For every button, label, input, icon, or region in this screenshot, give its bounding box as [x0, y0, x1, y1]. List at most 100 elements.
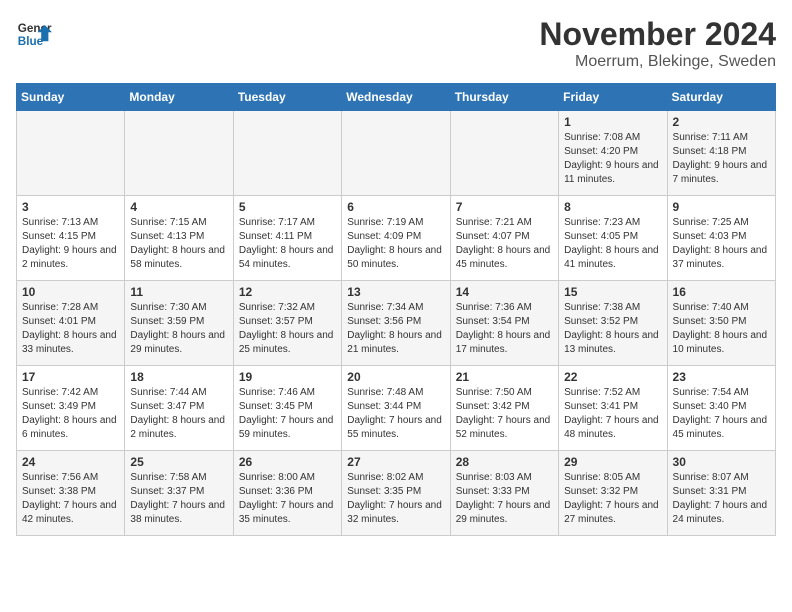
calendar-cell [125, 111, 233, 196]
day-detail: Sunrise: 7:32 AM Sunset: 3:57 PM Dayligh… [239, 301, 336, 357]
calendar-cell: 25 Sunrise: 7:58 AM Sunset: 3:37 PM Dayli… [125, 451, 233, 536]
day-number: 26 [239, 455, 336, 469]
calendar-header-row: SundayMondayTuesdayWednesdayThursdayFrid… [17, 84, 776, 111]
day-detail: Sunrise: 7:46 AM Sunset: 3:45 PM Dayligh… [239, 386, 336, 442]
day-number: 30 [673, 455, 770, 469]
calendar-table: SundayMondayTuesdayWednesdayThursdayFrid… [16, 83, 776, 536]
day-detail: Sunrise: 7:21 AM Sunset: 4:07 PM Dayligh… [456, 216, 553, 272]
calendar-cell [342, 111, 450, 196]
page-title: November 2024 [539, 16, 776, 53]
day-number: 20 [347, 370, 444, 384]
calendar-cell: 1Sunrise: 7:08 AM Sunset: 4:20 PM Daylig… [559, 111, 667, 196]
day-detail: Sunrise: 7:58 AM Sunset: 3:37 PM Dayligh… [130, 471, 227, 527]
svg-text:Blue: Blue [18, 35, 44, 48]
day-number: 23 [673, 370, 770, 384]
day-detail: Sunrise: 7:48 AM Sunset: 3:44 PM Dayligh… [347, 386, 444, 442]
calendar-cell: 8Sunrise: 7:23 AM Sunset: 4:05 PM Daylig… [559, 196, 667, 281]
header-tuesday: Tuesday [233, 84, 341, 111]
day-detail: Sunrise: 7:13 AM Sunset: 4:15 PM Dayligh… [22, 216, 119, 272]
day-number: 17 [22, 370, 119, 384]
calendar-cell: 30 Sunrise: 8:07 AM Sunset: 3:31 PM Dayli… [667, 451, 775, 536]
day-detail: Sunrise: 8:00 AM Sunset: 3:36 PM Dayligh… [239, 471, 336, 527]
day-detail: Sunrise: 7:38 AM Sunset: 3:52 PM Dayligh… [564, 301, 661, 357]
calendar-cell: 21Sunrise: 7:50 AM Sunset: 3:42 PM Dayli… [450, 366, 558, 451]
day-number: 18 [130, 370, 227, 384]
calendar-cell: 11Sunrise: 7:30 AM Sunset: 3:59 PM Dayli… [125, 281, 233, 366]
calendar-cell: 19Sunrise: 7:46 AM Sunset: 3:45 PM Dayli… [233, 366, 341, 451]
logo: General Blue [16, 16, 52, 52]
calendar-cell: 22 Sunrise: 7:52 AM Sunset: 3:41 PM Dayli… [559, 366, 667, 451]
day-detail: Sunrise: 7:28 AM Sunset: 4:01 PM Dayligh… [22, 301, 119, 357]
day-detail: Sunrise: 7:17 AM Sunset: 4:11 PM Dayligh… [239, 216, 336, 272]
calendar-cell: 4 Sunrise: 7:15 AM Sunset: 4:13 PM Daylig… [125, 196, 233, 281]
calendar-cell: 26 Sunrise: 8:00 AM Sunset: 3:36 PM Dayli… [233, 451, 341, 536]
calendar-cell: 14 Sunrise: 7:36 AM Sunset: 3:54 PM Dayli… [450, 281, 558, 366]
day-number: 1 [564, 115, 661, 129]
calendar-week-1: 3Sunrise: 7:13 AM Sunset: 4:15 PM Daylig… [17, 196, 776, 281]
calendar-cell: 23 Sunrise: 7:54 AM Sunset: 3:40 PM Dayli… [667, 366, 775, 451]
day-number: 27 [347, 455, 444, 469]
calendar-cell: 29 Sunrise: 8:05 AM Sunset: 3:32 PM Dayli… [559, 451, 667, 536]
header-friday: Friday [559, 84, 667, 111]
day-number: 9 [673, 200, 770, 214]
day-detail: Sunrise: 8:02 AM Sunset: 3:35 PM Dayligh… [347, 471, 444, 527]
calendar-cell: 13 Sunrise: 7:34 AM Sunset: 3:56 PM Dayli… [342, 281, 450, 366]
day-number: 5 [239, 200, 336, 214]
calendar-cell: 7 Sunrise: 7:21 AM Sunset: 4:07 PM Daylig… [450, 196, 558, 281]
day-number: 4 [130, 200, 227, 214]
day-detail: Sunrise: 7:15 AM Sunset: 4:13 PM Dayligh… [130, 216, 227, 272]
header-saturday: Saturday [667, 84, 775, 111]
calendar-cell: 20 Sunrise: 7:48 AM Sunset: 3:44 PM Dayli… [342, 366, 450, 451]
day-detail: Sunrise: 7:40 AM Sunset: 3:50 PM Dayligh… [673, 301, 770, 357]
calendar-cell: 9Sunrise: 7:25 AM Sunset: 4:03 PM Daylig… [667, 196, 775, 281]
header-wednesday: Wednesday [342, 84, 450, 111]
calendar-cell [233, 111, 341, 196]
header-monday: Monday [125, 84, 233, 111]
calendar-cell: 5 Sunrise: 7:17 AM Sunset: 4:11 PM Daylig… [233, 196, 341, 281]
day-number: 28 [456, 455, 553, 469]
calendar-cell: 17 Sunrise: 7:42 AM Sunset: 3:49 PM Dayli… [17, 366, 125, 451]
calendar-cell: 12 Sunrise: 7:32 AM Sunset: 3:57 PM Dayli… [233, 281, 341, 366]
day-number: 22 [564, 370, 661, 384]
day-number: 7 [456, 200, 553, 214]
day-number: 25 [130, 455, 227, 469]
calendar-week-0: 1Sunrise: 7:08 AM Sunset: 4:20 PM Daylig… [17, 111, 776, 196]
title-area: November 2024 Moerrum, Blekinge, Sweden [539, 16, 776, 71]
header-thursday: Thursday [450, 84, 558, 111]
day-number: 29 [564, 455, 661, 469]
day-number: 13 [347, 285, 444, 299]
calendar-cell: 2 Sunrise: 7:11 AM Sunset: 4:18 PM Daylig… [667, 111, 775, 196]
calendar-week-2: 10 Sunrise: 7:28 AM Sunset: 4:01 PM Dayli… [17, 281, 776, 366]
day-detail: Sunrise: 7:52 AM Sunset: 3:41 PM Dayligh… [564, 386, 661, 442]
day-detail: Sunrise: 7:11 AM Sunset: 4:18 PM Dayligh… [673, 131, 770, 187]
day-number: 14 [456, 285, 553, 299]
calendar-cell: 15Sunrise: 7:38 AM Sunset: 3:52 PM Dayli… [559, 281, 667, 366]
day-number: 10 [22, 285, 119, 299]
calendar-cell: 28 Sunrise: 8:03 AM Sunset: 3:33 PM Dayli… [450, 451, 558, 536]
calendar-cell: 10 Sunrise: 7:28 AM Sunset: 4:01 PM Dayli… [17, 281, 125, 366]
calendar-week-3: 17 Sunrise: 7:42 AM Sunset: 3:49 PM Dayli… [17, 366, 776, 451]
day-number: 12 [239, 285, 336, 299]
calendar-cell [17, 111, 125, 196]
day-detail: Sunrise: 7:56 AM Sunset: 3:38 PM Dayligh… [22, 471, 119, 527]
calendar-cell: 3Sunrise: 7:13 AM Sunset: 4:15 PM Daylig… [17, 196, 125, 281]
calendar-cell: 27 Sunrise: 8:02 AM Sunset: 3:35 PM Dayli… [342, 451, 450, 536]
day-detail: Sunrise: 7:50 AM Sunset: 3:42 PM Dayligh… [456, 386, 553, 442]
day-detail: Sunrise: 7:36 AM Sunset: 3:54 PM Dayligh… [456, 301, 553, 357]
logo-icon: General Blue [16, 16, 52, 52]
calendar-cell: 18 Sunrise: 7:44 AM Sunset: 3:47 PM Dayli… [125, 366, 233, 451]
day-number: 8 [564, 200, 661, 214]
day-number: 11 [130, 285, 227, 299]
day-number: 24 [22, 455, 119, 469]
day-detail: Sunrise: 8:03 AM Sunset: 3:33 PM Dayligh… [456, 471, 553, 527]
day-number: 2 [673, 115, 770, 129]
day-detail: Sunrise: 7:42 AM Sunset: 3:49 PM Dayligh… [22, 386, 119, 442]
day-detail: Sunrise: 7:34 AM Sunset: 3:56 PM Dayligh… [347, 301, 444, 357]
page-subtitle: Moerrum, Blekinge, Sweden [539, 53, 776, 71]
calendar-cell: 16Sunrise: 7:40 AM Sunset: 3:50 PM Dayli… [667, 281, 775, 366]
calendar-cell [450, 111, 558, 196]
day-detail: Sunrise: 7:54 AM Sunset: 3:40 PM Dayligh… [673, 386, 770, 442]
day-detail: Sunrise: 8:05 AM Sunset: 3:32 PM Dayligh… [564, 471, 661, 527]
day-detail: Sunrise: 8:07 AM Sunset: 3:31 PM Dayligh… [673, 471, 770, 527]
day-detail: Sunrise: 7:44 AM Sunset: 3:47 PM Dayligh… [130, 386, 227, 442]
